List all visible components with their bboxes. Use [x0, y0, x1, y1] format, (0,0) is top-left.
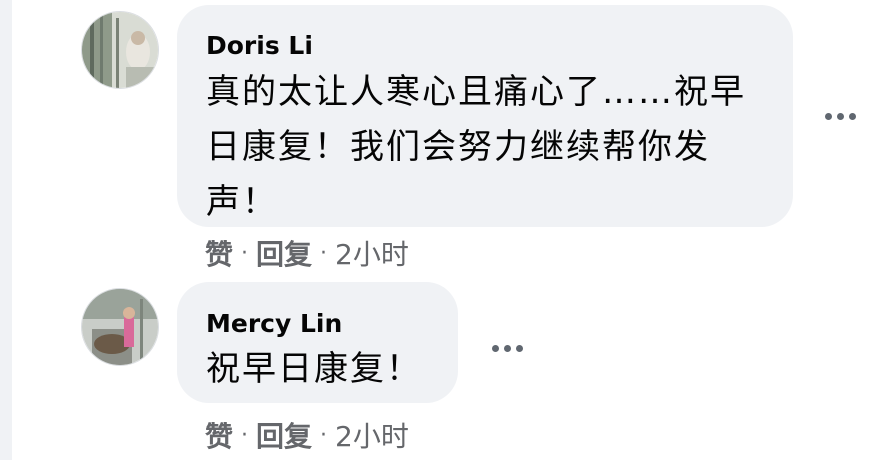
- more-horizontal-icon: [515, 344, 523, 352]
- avatar[interactable]: [81, 288, 159, 366]
- comment-bubble: Mercy Lin 祝早日康复！: [177, 282, 458, 403]
- more-horizontal-icon: [836, 112, 844, 120]
- comment-text-line: 真的太让人寒心且痛心了……祝早: [206, 72, 746, 112]
- action-separator: ·: [241, 422, 249, 448]
- avatar-image: [82, 289, 158, 365]
- comment-bubble: Doris Li 真的太让人寒心且痛心了……祝早 日康复！我们会努力继续帮你发 …: [177, 5, 793, 227]
- comment-timestamp[interactable]: 2小时: [335, 415, 409, 455]
- more-options-button[interactable]: [487, 338, 527, 358]
- reply-button[interactable]: 回复: [256, 233, 312, 273]
- comment-1: Doris Li 真的太让人寒心且痛心了……祝早 日康复！我们会努力继续帮你发 …: [0, 0, 894, 280]
- like-button[interactable]: 赞: [205, 233, 233, 273]
- comment-author[interactable]: Mercy Lin: [206, 309, 342, 338]
- avatar[interactable]: [81, 11, 159, 89]
- avatar-image: [82, 12, 158, 88]
- comment-actions: 赞 · 回复 · 2小时: [205, 233, 409, 273]
- more-horizontal-icon: [491, 344, 499, 352]
- more-horizontal-icon: [824, 112, 832, 120]
- comment-actions: 赞 · 回复 · 2小时: [205, 415, 409, 455]
- like-button[interactable]: 赞: [205, 415, 233, 455]
- action-separator: ·: [241, 240, 249, 266]
- more-options-button[interactable]: [820, 106, 860, 126]
- comment-text-line: 声！: [206, 182, 278, 222]
- action-separator: ·: [320, 422, 328, 448]
- more-horizontal-icon: [503, 344, 511, 352]
- comment-timestamp[interactable]: 2小时: [335, 233, 409, 273]
- comment-text-line: 祝早日康复！: [206, 349, 422, 389]
- action-separator: ·: [320, 240, 328, 266]
- comment-author[interactable]: Doris Li: [206, 31, 313, 60]
- comment-text-line: 日康复！我们会努力继续帮你发: [206, 127, 710, 167]
- more-horizontal-icon: [848, 112, 856, 120]
- comment-2: Mercy Lin 祝早日康复！ 赞 · 回复 · 2小时: [0, 280, 894, 460]
- comment-text: 真的太让人寒心且痛心了……祝早 日康复！我们会努力继续帮你发 声！: [206, 65, 786, 230]
- reply-button[interactable]: 回复: [256, 415, 312, 455]
- comment-text: 祝早日康复！: [206, 342, 456, 397]
